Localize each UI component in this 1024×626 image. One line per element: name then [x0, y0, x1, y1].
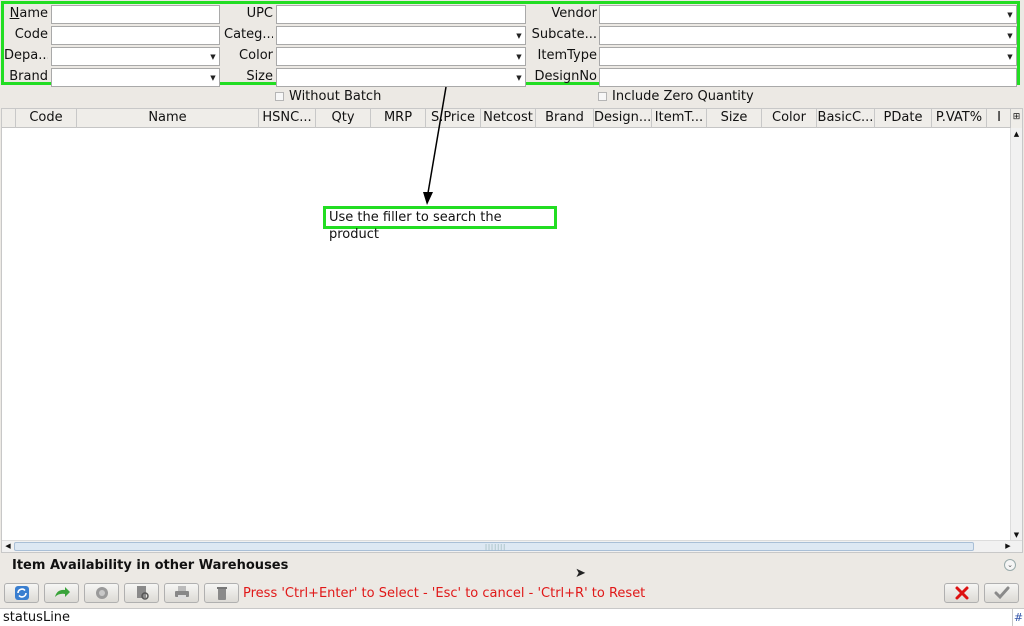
close-icon	[955, 586, 968, 600]
scroll-up-icon[interactable]: ▲	[1011, 128, 1022, 140]
forward-arrow-icon	[54, 587, 70, 597]
category-label: Categ...	[224, 27, 273, 42]
code-label: Code	[14, 27, 48, 42]
column-header[interactable]: ItemT...	[652, 109, 707, 128]
vendor-select[interactable]: ▼	[599, 5, 1017, 24]
column-header[interactable]: MRP	[371, 109, 426, 128]
size-label: Size	[246, 69, 273, 84]
subcategory-select[interactable]: ▼	[599, 26, 1017, 45]
upc-field[interactable]	[276, 5, 526, 24]
chevron-down-icon[interactable]: ▼	[513, 48, 525, 65]
column-header[interactable]: P.VAT%	[932, 109, 987, 128]
itemtype-label: ItemType	[537, 48, 597, 63]
refresh-button[interactable]	[4, 583, 39, 603]
designno-label: DesignNo	[534, 69, 597, 84]
row-selector-header	[2, 109, 16, 128]
include-zero-qty-label: Include Zero Quantity	[612, 89, 754, 104]
chevron-down-icon[interactable]: ▼	[207, 48, 219, 65]
without-batch-label: Without Batch	[289, 89, 382, 104]
delete-button[interactable]	[204, 583, 239, 603]
scroll-thumb[interactable]: |||||||	[14, 542, 974, 551]
name-field[interactable]	[51, 5, 220, 24]
designno-field[interactable]	[599, 68, 1017, 87]
upc-label: UPC	[246, 6, 273, 21]
chevron-down-icon[interactable]: ▼	[1004, 27, 1016, 44]
table-header: Code Name HSNC... Qty MRP S.Price Netcost Brand…	[2, 109, 1012, 128]
brand-select[interactable]: ▼	[51, 68, 220, 87]
column-header[interactable]: HSNC...	[259, 109, 316, 128]
status-hash: #	[1012, 609, 1024, 626]
column-header[interactable]: Size	[707, 109, 762, 128]
subcategory-label: Subcate...	[531, 27, 597, 42]
filter-row-4: Brand ▼ Size ▼ DesignNo	[4, 67, 1017, 87]
stamp-icon	[95, 587, 108, 599]
itemtype-select[interactable]: ▼	[599, 47, 1017, 66]
without-batch-checkbox[interactable]: Without Batch	[275, 89, 381, 104]
checkbox-icon[interactable]	[598, 92, 607, 101]
column-header[interactable]: BasicC...	[817, 109, 875, 128]
chevron-down-icon[interactable]: ▼	[513, 69, 525, 86]
options-row: Without Batch Include Zero Quantity	[0, 88, 1024, 108]
horizontal-scrollbar[interactable]: ◀ ||||||| ▶	[2, 540, 1022, 552]
column-header[interactable]: Design...	[594, 109, 652, 128]
expand-icon[interactable]: ⌄	[1004, 559, 1016, 571]
department-select[interactable]: ▼	[51, 47, 220, 66]
forward-button[interactable]	[44, 583, 79, 603]
include-zero-qty-checkbox[interactable]: Include Zero Quantity	[598, 89, 754, 104]
scroll-left-icon[interactable]: ◀	[2, 541, 14, 552]
filter-row-3: Depa... ▼ Color ▼ ItemType ▼	[4, 46, 1017, 66]
stamp-button[interactable]	[84, 583, 119, 603]
chevron-down-icon[interactable]: ▼	[513, 27, 525, 44]
column-header[interactable]: Netcost	[481, 109, 536, 128]
column-header[interactable]: S.Price	[426, 109, 481, 128]
shortcut-hint: Press 'Ctrl+Enter' to Select - 'Esc' to …	[243, 586, 646, 601]
document-search-icon	[136, 586, 149, 600]
vertical-scrollbar[interactable]: ▲ ▼	[1010, 128, 1022, 541]
column-header[interactable]: I	[987, 109, 1012, 128]
filter-panel: Name UPC Vendor ▼ Code Categ... ▼ Subcat…	[1, 1, 1020, 87]
checkbox-icon[interactable]	[275, 92, 284, 101]
department-label: Depa...	[4, 48, 48, 63]
cancel-button[interactable]	[944, 583, 979, 603]
document-search-button[interactable]	[124, 583, 159, 603]
mouse-cursor-icon: ➤	[575, 566, 586, 581]
brand-label: Brand	[9, 69, 48, 84]
filter-row-2: Code Categ... ▼ Subcate... ▼	[4, 25, 1017, 45]
status-text: statusLine	[3, 610, 71, 625]
column-header[interactable]: Name	[77, 109, 259, 128]
vendor-label: Vendor	[551, 6, 597, 21]
status-bar: statusLine #	[0, 608, 1024, 626]
checkmark-icon	[994, 586, 1009, 600]
section-title: Item Availability in other Warehouses	[12, 558, 289, 573]
chevron-down-icon[interactable]: ▼	[1004, 6, 1016, 23]
column-header[interactable]: Code	[16, 109, 77, 128]
name-label: Name	[9, 6, 48, 21]
product-table[interactable]: Code Name HSNC... Qty MRP S.Price Netcost Brand…	[1, 108, 1023, 553]
column-header[interactable]: Qty	[316, 109, 371, 128]
color-label: Color	[239, 48, 273, 63]
color-select[interactable]: ▼	[276, 47, 526, 66]
warehouse-section[interactable]: Item Availability in other Warehouses ⌄	[0, 555, 1024, 577]
print-icon	[174, 586, 189, 599]
annotation-callout: Use the filler to search the product	[323, 206, 557, 242]
size-select[interactable]: ▼	[276, 68, 526, 87]
scroll-right-icon[interactable]: ▶	[1002, 541, 1014, 552]
filter-row-1: Name UPC Vendor ▼	[4, 4, 1017, 24]
column-header[interactable]: Brand	[536, 109, 594, 128]
print-button[interactable]	[164, 583, 199, 603]
trash-icon	[216, 587, 227, 600]
column-header[interactable]: PDate	[875, 109, 932, 128]
bottom-toolbar: Press 'Ctrl+Enter' to Select - 'Esc' to …	[0, 580, 1024, 608]
refresh-icon	[14, 586, 29, 600]
category-select[interactable]: ▼	[276, 26, 526, 45]
chevron-down-icon[interactable]: ▼	[207, 69, 219, 86]
column-chooser-icon[interactable]: ⊞	[1010, 109, 1022, 128]
chevron-down-icon[interactable]: ▼	[1004, 48, 1016, 65]
ok-button[interactable]	[984, 583, 1019, 603]
column-header[interactable]: Color	[762, 109, 817, 128]
code-field[interactable]	[51, 26, 220, 45]
